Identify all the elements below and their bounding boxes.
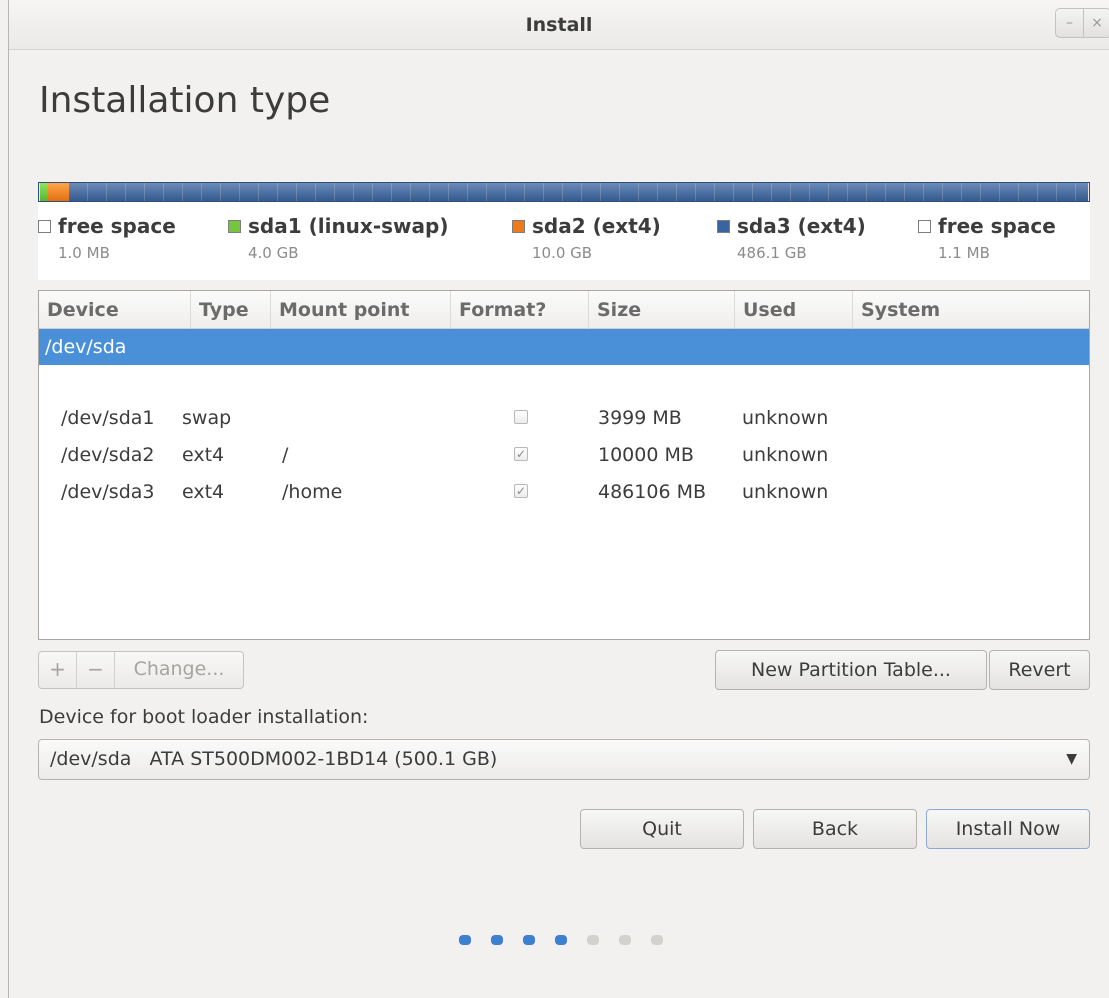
add-partition-button[interactable]: +: [39, 652, 77, 688]
partition-table[interactable]: Device Type Mount point Format? Size Use…: [38, 290, 1090, 640]
cell-device: /dev/sda1: [61, 407, 155, 429]
legend-item-sda3: sda3 (ext4) 486.1 GB: [717, 214, 866, 262]
cell-device: /dev/sda3: [61, 481, 155, 503]
column-header-type[interactable]: Type: [191, 291, 271, 329]
cell-type: ext4: [182, 481, 225, 503]
minimize-button[interactable]: –: [1055, 8, 1083, 38]
legend-item-sda2: sda2 (ext4) 10.0 GB: [512, 214, 661, 262]
bootloader-label: Device for boot loader installation:: [39, 706, 369, 728]
bootloader-device-select[interactable]: /dev/sda ATA ST500DM002-1BD14 (500.1 GB)…: [38, 739, 1090, 780]
legend-swatch: [512, 219, 525, 233]
new-partition-table-button[interactable]: New Partition Table...: [715, 650, 987, 690]
chevron-down-icon: ▼: [1066, 751, 1077, 767]
legend-item-free-space-end: free space 1.1 MB: [918, 214, 1056, 262]
remove-partition-button[interactable]: −: [77, 652, 115, 688]
partition-toolbar: + − Change...: [38, 651, 244, 689]
cell-size: 486106 MB: [598, 481, 706, 503]
cell-type: ext4: [182, 444, 225, 466]
legend-size: 486.1 GB: [737, 244, 807, 262]
change-partition-button[interactable]: Change...: [115, 652, 243, 688]
progress-dot-complete: [523, 935, 535, 945]
legend-swatch: [38, 219, 51, 233]
partition-bar: [38, 182, 1090, 202]
partition-bar-sda1: [40, 183, 48, 201]
legend-item-sda1: sda1 (linux-swap) 4.0 GB: [228, 214, 448, 262]
legend-size: 1.0 MB: [58, 244, 110, 262]
close-button[interactable]: ×: [1083, 8, 1109, 38]
format-checkbox[interactable]: ✓: [514, 447, 528, 461]
title-bar: Install – ×: [9, 0, 1109, 50]
window-controls: – ×: [1055, 8, 1109, 38]
legend-size: 10.0 GB: [532, 244, 593, 262]
progress-dot-pending: [587, 935, 599, 945]
cell-mount: /home: [282, 481, 343, 503]
cell-mount: /: [282, 444, 289, 466]
cell-size: 10000 MB: [598, 444, 694, 466]
cell-size: 3999 MB: [598, 407, 682, 429]
cell-used: unknown: [742, 444, 829, 466]
format-checkbox[interactable]: [514, 410, 528, 424]
partition-bar-sda2: [48, 183, 69, 201]
legend-name: free space: [938, 214, 1056, 238]
quit-button[interactable]: Quit: [580, 809, 744, 849]
column-header-used[interactable]: Used: [735, 291, 853, 329]
legend-name: free space: [58, 214, 176, 238]
legend-name: sda2 (ext4): [532, 214, 661, 238]
table-header: Device Type Mount point Format? Size Use…: [39, 291, 1089, 329]
legend-item-free-space-start: free space 1.0 MB: [38, 214, 176, 262]
progress-dot-complete: [491, 935, 503, 945]
column-header-system[interactable]: System: [853, 291, 1089, 329]
column-header-device[interactable]: Device: [39, 291, 191, 329]
legend-name: sda1 (linux-swap): [248, 214, 449, 238]
window-title: Install: [525, 14, 593, 36]
legend-size: 1.1 MB: [938, 244, 990, 262]
progress-dot-complete: [555, 935, 567, 945]
progress-dot-pending: [651, 935, 663, 945]
legend-name: sda3 (ext4): [737, 214, 866, 238]
partition-legend: free space 1.0 MB sda1 (linux-swap) 4.0 …: [38, 202, 1090, 280]
progress-dot-pending: [619, 935, 631, 945]
legend-swatch: [228, 219, 241, 233]
progress-dot-complete: [459, 935, 471, 945]
back-button[interactable]: Back: [753, 809, 917, 849]
partition-bar-free-space-end: [1088, 183, 1089, 201]
cell-used: unknown: [742, 407, 829, 429]
column-header-mount-point[interactable]: Mount point: [271, 291, 451, 329]
table-row[interactable]: /dev/sda2 ext4 / ✓ 10000 MB unknown: [39, 436, 1089, 473]
format-checkbox[interactable]: ✓: [514, 484, 528, 498]
legend-size: 4.0 GB: [248, 244, 299, 262]
table-row-disk[interactable]: /dev/sda: [39, 329, 1089, 365]
partition-bar-sda3: [69, 183, 1088, 201]
installer-window: Install – × Installation type free space…: [8, 0, 1109, 998]
cell-used: unknown: [742, 481, 829, 503]
install-now-button[interactable]: Install Now: [926, 809, 1090, 849]
legend-swatch: [717, 219, 730, 233]
install-progress-dots: [459, 935, 683, 945]
bootloader-selected-value: /dev/sda ATA ST500DM002-1BD14 (500.1 GB): [50, 748, 498, 770]
revert-button[interactable]: Revert: [989, 650, 1090, 690]
column-header-format[interactable]: Format?: [451, 291, 589, 329]
table-row[interactable]: /dev/sda1 swap 3999 MB unknown: [39, 399, 1089, 436]
cell-type: swap: [182, 407, 232, 429]
table-row[interactable]: /dev/sda3 ext4 /home ✓ 486106 MB unknown: [39, 473, 1089, 510]
legend-swatch: [918, 219, 931, 233]
column-header-size[interactable]: Size: [589, 291, 735, 329]
page-title: Installation type: [39, 80, 331, 121]
cell-device: /dev/sda2: [61, 444, 155, 466]
